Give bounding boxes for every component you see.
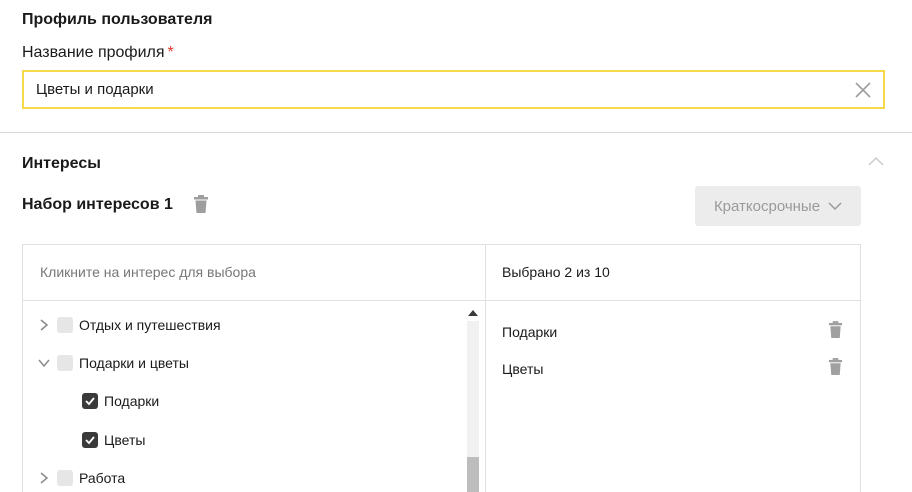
tree-item[interactable]: Цветы — [82, 428, 145, 452]
tree-item-label: Подарки и цветы — [79, 355, 189, 371]
chevron-down-icon — [828, 202, 842, 211]
profile-name-label: Название профиля * — [22, 43, 174, 63]
scroll-up-arrow-icon[interactable] — [468, 309, 478, 317]
selected-item-label: Цветы — [502, 361, 544, 377]
tree-item-checkbox[interactable] — [82, 393, 98, 409]
check-icon — [85, 436, 95, 445]
profile-name-label-text: Название профиля — [22, 44, 165, 61]
tree-item-label: Отдых и путешествия — [79, 317, 221, 333]
interest-set-title: Набор интересов 1 — [22, 196, 173, 213]
close-icon — [855, 82, 871, 98]
tree-item[interactable]: Работа — [37, 466, 125, 490]
tree-item-checkbox[interactable] — [57, 317, 73, 333]
tree-scrollbar[interactable] — [463, 301, 483, 492]
interest-picker-hint: Кликните на интерес для выбора — [40, 264, 256, 280]
tree-item-label: Цветы — [104, 432, 146, 448]
tree-item-checkbox[interactable] — [57, 470, 73, 486]
remove-selected-button[interactable] — [828, 358, 843, 375]
chevron-down-icon[interactable] — [37, 356, 51, 370]
chevron-right-icon[interactable] — [37, 471, 51, 485]
scroll-thumb[interactable] — [467, 457, 479, 492]
profile-name-field — [22, 70, 885, 109]
tree-item-label: Подарки — [104, 393, 160, 409]
trash-icon — [194, 195, 208, 213]
tree-item[interactable]: Отдых и путешествия — [37, 313, 221, 337]
tree-item[interactable]: Подарки и цветы — [37, 351, 189, 375]
chevron-up-icon — [868, 156, 884, 166]
interests-panel: Кликните на интерес для выбора Выбрано 2… — [22, 244, 861, 492]
column-divider — [485, 245, 486, 492]
profile-section-title: Профиль пользователя — [22, 11, 213, 28]
clear-input-button[interactable] — [853, 80, 873, 100]
remove-selected-button[interactable] — [828, 321, 843, 338]
tree-item-checkbox[interactable] — [57, 355, 73, 371]
trash-icon — [828, 358, 843, 375]
collapse-section-button[interactable] — [866, 154, 886, 168]
profile-editor-page: Профиль пользователя Название профиля* И… — [0, 0, 912, 492]
tree-item-label: Работа — [79, 470, 126, 486]
chevron-right-icon[interactable] — [37, 318, 51, 332]
section-divider — [0, 132, 912, 133]
tree-item[interactable]: Подарки — [82, 389, 159, 413]
required-mark: * — [167, 44, 174, 61]
term-select-value: Краткосрочные — [713, 197, 821, 215]
term-select[interactable]: Краткосрочные — [695, 186, 861, 226]
tree-item-checkbox[interactable] — [82, 432, 98, 448]
profile-name-input[interactable] — [24, 72, 844, 107]
trash-icon — [828, 321, 843, 338]
check-icon — [85, 397, 95, 406]
delete-set-button[interactable] — [193, 195, 209, 213]
panel-header: Кликните на интерес для выбора Выбрано 2… — [23, 245, 860, 301]
selected-item-label: Подарки — [502, 324, 558, 340]
selected-counter: Выбрано 2 из 10 — [502, 264, 610, 280]
interests-section-title: Интересы — [22, 155, 101, 172]
